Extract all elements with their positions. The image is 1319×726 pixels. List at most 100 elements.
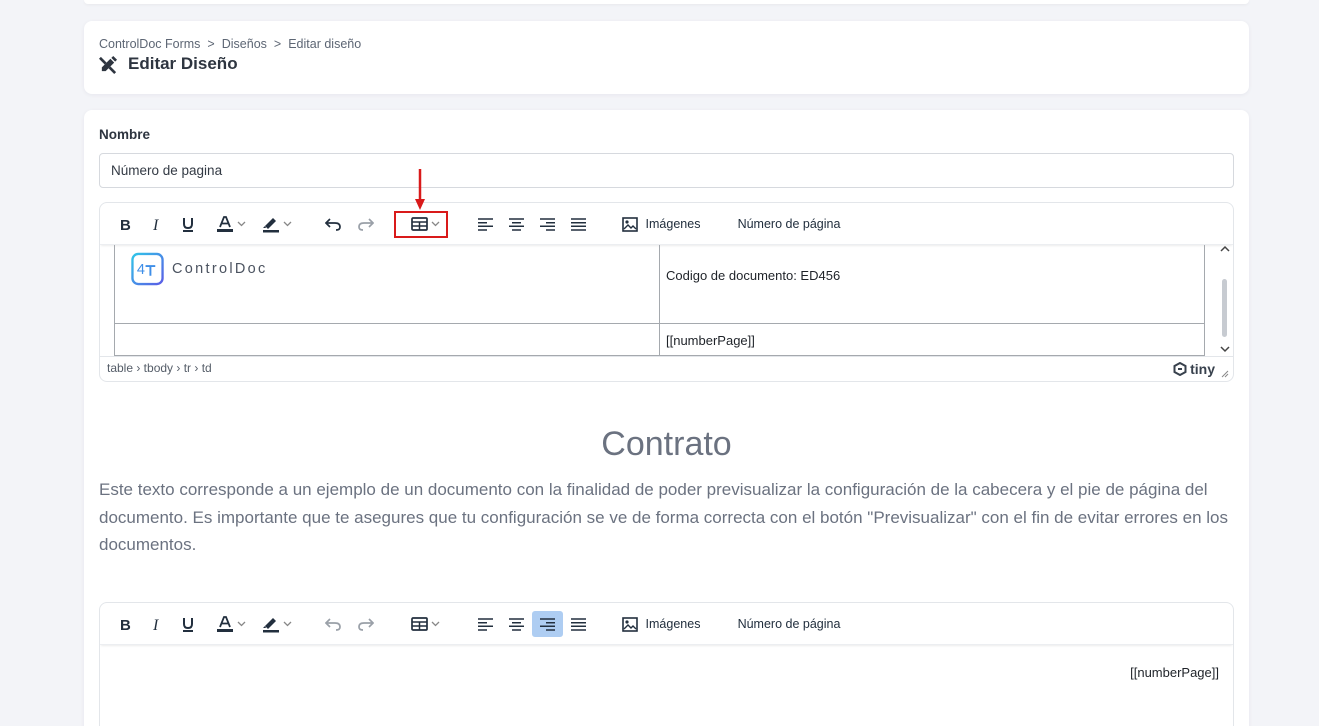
tiny-icon — [1173, 362, 1187, 376]
underline-icon — [182, 617, 194, 632]
table-cell[interactable]: Codigo de documento: ED456 — [659, 245, 1205, 324]
italic-button[interactable]: I — [147, 211, 167, 237]
chevron-down-icon — [431, 621, 440, 627]
align-center-button[interactable] — [505, 211, 527, 237]
undo-button[interactable] — [322, 611, 344, 637]
bold-button[interactable]: B — [116, 611, 136, 637]
table-button[interactable] — [406, 611, 444, 637]
image-icon — [621, 216, 638, 232]
logo-mark-icon: 4 — [131, 252, 164, 286]
align-left-button[interactable] — [474, 211, 496, 237]
align-right-icon — [540, 617, 555, 631]
page-number-label: Número de página — [737, 217, 841, 231]
justify-button[interactable] — [567, 611, 589, 637]
underline-icon — [182, 217, 194, 232]
table-cell[interactable]: 4 ControlDoc — [114, 245, 660, 324]
svg-text:B: B — [120, 617, 131, 631]
images-label: Imágenes — [645, 617, 701, 631]
breadcrumb-separator: > — [273, 37, 282, 51]
image-icon — [621, 616, 638, 632]
underline-button[interactable] — [178, 611, 198, 637]
header-table: 4 ControlDoc Codigo de documento: ED456 … — [114, 245, 1205, 356]
bold-icon: B — [120, 217, 132, 231]
pen-ruler-icon — [98, 54, 118, 74]
tiny-logo[interactable]: tiny — [1173, 361, 1215, 377]
breadcrumb-separator: > — [207, 37, 215, 51]
justify-button[interactable] — [567, 211, 589, 237]
breadcrumb: ControlDoc Forms > Diseños > Editar diseño — [99, 37, 361, 51]
bold-button[interactable]: B — [116, 211, 136, 237]
images-button[interactable]: Imágenes — [620, 211, 702, 237]
text-color-button[interactable] — [210, 211, 252, 237]
redo-button[interactable] — [355, 211, 377, 237]
justify-icon — [570, 617, 586, 631]
table-row: 4 ControlDoc Codigo de documento: ED456 — [114, 245, 1205, 324]
logo-text: ControlDoc — [172, 261, 268, 277]
underline-button[interactable] — [178, 211, 198, 237]
page-number-button[interactable]: Número de página — [730, 611, 848, 637]
text-color-button[interactable] — [210, 611, 252, 637]
bold-icon: B — [120, 617, 132, 631]
align-left-button[interactable] — [474, 611, 496, 637]
redo-icon — [358, 217, 374, 231]
breadcrumb-item-edit: Editar diseño — [288, 37, 362, 51]
editor-content[interactable]: 4 ControlDoc Codigo de documento: ED456 … — [100, 245, 1217, 357]
editor-toolbar: B I Imágenes Número de página — [100, 203, 1233, 245]
annotation-arrow-icon — [415, 169, 425, 210]
align-right-button[interactable] — [536, 211, 558, 237]
title-row: Editar Diseño — [98, 54, 238, 74]
editor-content[interactable]: [[numberPage]] — [100, 645, 1233, 726]
page-number-button[interactable]: Número de página — [730, 211, 848, 237]
align-center-icon — [508, 617, 524, 631]
text-color-icon — [216, 215, 234, 233]
highlight-icon — [262, 615, 280, 633]
page-title: Editar Diseño — [128, 54, 238, 73]
scroll-down-icon[interactable] — [1220, 345, 1230, 356]
images-button[interactable]: Imágenes — [620, 611, 702, 637]
redo-button[interactable] — [355, 611, 377, 637]
document-body: Este texto corresponde a un ejemplo de u… — [99, 480, 1229, 554]
images-label: Imágenes — [645, 217, 701, 231]
svg-text:B: B — [120, 217, 131, 231]
document-title: Contrato — [601, 425, 732, 463]
chevron-down-icon — [237, 621, 246, 627]
align-left-icon — [477, 217, 493, 231]
highlight-button[interactable] — [256, 211, 298, 237]
table-button-highlight — [394, 211, 448, 238]
design-form-card: Nombre B I Imágenes Número de página — [84, 110, 1249, 726]
breadcrumb-item-forms[interactable]: ControlDoc Forms — [99, 37, 200, 51]
align-center-button[interactable] — [505, 611, 527, 637]
name-input[interactable] — [99, 153, 1234, 188]
table-cell[interactable] — [114, 323, 660, 356]
align-center-icon — [508, 217, 524, 231]
page-number-label: Número de página — [737, 617, 841, 631]
justify-icon — [570, 217, 586, 231]
chevron-down-icon — [283, 221, 292, 227]
highlight-button[interactable] — [256, 611, 298, 637]
text-color-icon — [216, 615, 234, 633]
name-label: Nombre — [99, 127, 151, 142]
header-editor: B I Imágenes Número de página 4 ControlD… — [99, 202, 1234, 382]
editor-scrollbar[interactable] — [1217, 245, 1233, 357]
chevron-down-icon — [283, 621, 292, 627]
chevron-down-icon — [237, 221, 246, 227]
align-right-button[interactable] — [532, 611, 563, 637]
align-right-icon — [539, 217, 555, 231]
undo-button[interactable] — [322, 211, 344, 237]
italic-button[interactable]: I — [147, 611, 167, 637]
scroll-up-icon[interactable] — [1220, 245, 1230, 256]
scrollbar-thumb[interactable] — [1222, 279, 1227, 337]
svg-text:I: I — [152, 617, 159, 631]
editor-toolbar: B I Imágenes Número de página — [100, 603, 1233, 645]
table-icon — [410, 617, 428, 631]
svg-text:I: I — [152, 217, 159, 231]
footer-editor: B I Imágenes Número de página [[numberPa… — [99, 602, 1234, 726]
italic-icon: I — [152, 217, 162, 231]
redo-icon — [358, 617, 374, 631]
number-page-placeholder[interactable]: [[numberPage]] — [1130, 665, 1219, 680]
table-cell[interactable]: [[numberPage]] — [659, 323, 1205, 356]
element-path[interactable]: table › tbody › tr › td — [107, 361, 212, 375]
align-left-icon — [477, 617, 493, 631]
resize-handle-icon[interactable] — [1221, 370, 1229, 378]
breadcrumb-item-designs[interactable]: Diseños — [222, 37, 267, 51]
